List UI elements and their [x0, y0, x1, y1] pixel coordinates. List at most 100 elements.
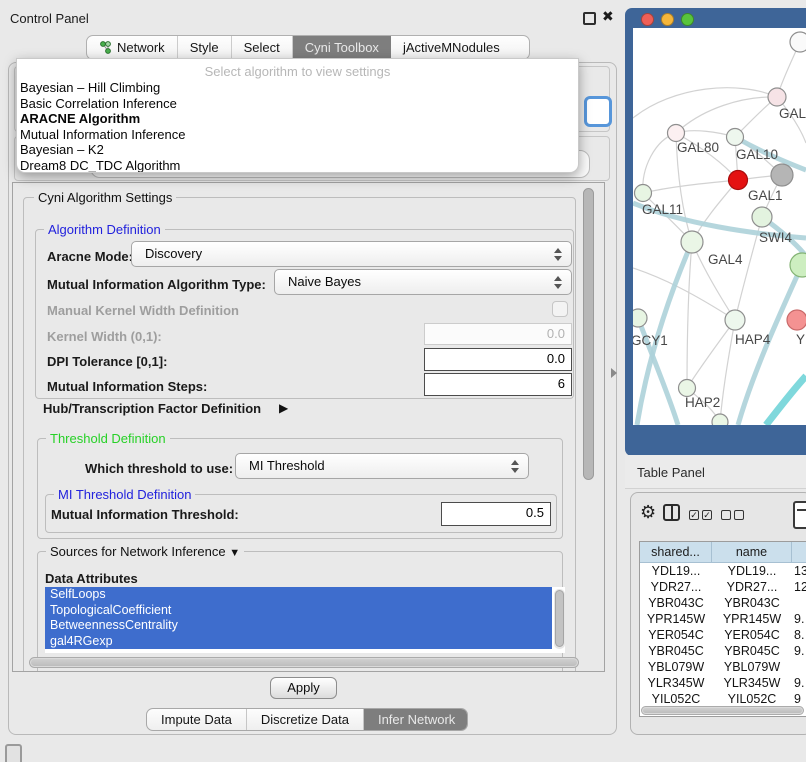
table-horizontal-scrollbar[interactable]	[641, 706, 804, 715]
network-node-gal10[interactable]	[727, 129, 744, 146]
data-attributes-list[interactable]: SelfLoops TopologicalCoefficient Between…	[45, 587, 565, 653]
zoom-traffic-light[interactable]	[681, 13, 694, 26]
column-header[interactable]: name	[712, 542, 792, 563]
expand-right-icon[interactable]: ▶	[279, 401, 288, 415]
apply-button[interactable]: Apply	[270, 677, 337, 699]
network-node[interactable]	[712, 414, 728, 425]
threshold-definition-title: Threshold Definition	[46, 431, 170, 446]
kernel-width-field[interactable]: 0.0	[424, 323, 572, 345]
collapse-down-icon[interactable]: ▼	[229, 547, 240, 559]
mi-type-combo[interactable]: Naive Bayes	[274, 269, 572, 295]
tab-cyni-toolbox[interactable]: Cyni Toolbox	[293, 36, 391, 59]
combo-spinner-icon	[553, 276, 562, 289]
svg-text:HAP4: HAP4	[735, 332, 771, 347]
manual-kernel-checkbox[interactable]	[552, 301, 568, 317]
network-node[interactable]	[768, 88, 786, 106]
table-header-row: shared... name	[640, 542, 806, 563]
network-node[interactable]	[787, 310, 806, 330]
table-row[interactable]: YPR145WYPR145W9.	[640, 611, 806, 627]
network-node-gal4[interactable]	[681, 231, 703, 253]
group-title: Cyni Algorithm Settings	[34, 190, 176, 205]
network-icon	[99, 41, 112, 54]
svg-text:GAL80: GAL80	[677, 140, 719, 155]
network-node[interactable]	[771, 164, 793, 186]
algorithm-combo-focused-end[interactable]	[584, 96, 612, 127]
new-table-icon[interactable]	[793, 501, 806, 529]
dropdown-item-selected[interactable]: ARACNE Algorithm	[17, 111, 578, 127]
dropdown-item[interactable]: Basic Correlation Inference	[17, 96, 578, 112]
network-node-gcy1[interactable]	[633, 309, 647, 327]
attribute-item-selected[interactable]: gal4RGexp	[45, 634, 552, 650]
control-panel-titlebar: Control Panel ✖	[0, 0, 625, 28]
attribute-item-selected[interactable]: SelfLoops	[45, 587, 552, 603]
network-node[interactable]	[790, 32, 806, 52]
which-threshold-combo[interactable]: MI Threshold	[235, 453, 529, 479]
table-row[interactable]: YLR345WYLR345W9.	[640, 675, 806, 691]
attribute-item-selected[interactable]: TopologicalCoefficient	[45, 603, 552, 619]
horizontal-scrollbar[interactable]	[29, 657, 579, 668]
column-header[interactable]: shared...	[640, 542, 712, 563]
svg-text:GAL11: GAL11	[642, 202, 683, 217]
network-edge-highlight	[766, 376, 806, 425]
table-row[interactable]: YDR27...YDR27...12	[640, 579, 806, 595]
minimize-traffic-light[interactable]	[661, 13, 674, 26]
close-traffic-light[interactable]	[641, 13, 654, 26]
control-panel-tabbar: Network Style Select Cyni Toolbox jActiv…	[86, 35, 530, 60]
cyni-bottom-tabs: Impute Data Discretize Data Infer Networ…	[146, 708, 468, 731]
table-panel-titlebar: Table Panel	[625, 455, 806, 489]
mi-threshold-field[interactable]: 0.5	[441, 502, 551, 526]
deselect-all-icon[interactable]	[721, 510, 744, 520]
mi-type-label: Mutual Information Algorithm Type:	[47, 277, 266, 292]
mi-steps-field[interactable]: 6	[424, 373, 572, 396]
tab-style[interactable]: Style	[178, 36, 232, 59]
network-node-gal11[interactable]	[635, 185, 652, 202]
table-row[interactable]: YIL052CYIL052C9	[640, 691, 806, 707]
tab-select[interactable]: Select	[232, 36, 293, 59]
table-row[interactable]: YBL079WYBL079W	[640, 659, 806, 675]
svg-text:Y: Y	[796, 332, 805, 347]
splitter-handle-icon[interactable]	[611, 368, 617, 378]
table-row[interactable]: YDL19...YDL19...13	[640, 563, 806, 579]
aracne-mode-combo[interactable]: Discovery	[131, 241, 572, 267]
svg-text:HAP2: HAP2	[685, 395, 720, 410]
dropdown-item[interactable]: Bayesian – Hill Climbing	[17, 80, 578, 96]
network-node-hap2[interactable]	[679, 380, 696, 397]
network-node-gal1-selected[interactable]	[729, 171, 748, 190]
tab-impute-data[interactable]: Impute Data	[147, 709, 247, 730]
network-view-window: GAL GAL80 GAL10 GAL1 GAL11 SWI4 GAL4 GCY…	[625, 8, 806, 456]
aracne-mode-label: Aracne Mode:	[47, 249, 133, 264]
control-panel-title: Control Panel	[10, 11, 89, 26]
table-row[interactable]: YER054CYER054C8.	[640, 627, 806, 643]
manual-kernel-label: Manual Kernel Width Definition	[47, 303, 239, 318]
dpi-tolerance-field[interactable]: 0.0	[424, 348, 572, 371]
tab-jactivemnodules[interactable]: jActiveMNodules	[391, 36, 512, 59]
network-node-hap4[interactable]	[725, 310, 745, 330]
network-node-swi4[interactable]	[752, 207, 772, 227]
network-node[interactable]	[790, 253, 806, 277]
sources-title: Sources for Network Inference ▼	[46, 544, 244, 559]
columns-icon[interactable]	[663, 504, 680, 521]
table-row[interactable]: YBR045CYBR045C9.	[640, 643, 806, 659]
algorithm-definition-title: Algorithm Definition	[44, 222, 165, 237]
network-node-gal80[interactable]	[668, 125, 685, 142]
tab-discretize-data[interactable]: Discretize Data	[247, 709, 364, 730]
dropdown-item[interactable]: Mutual Information Inference	[17, 127, 578, 143]
svg-text:GAL10: GAL10	[736, 147, 778, 162]
mi-threshold-group-title: MI Threshold Definition	[54, 487, 195, 502]
minimized-panel-icon[interactable]	[5, 744, 22, 762]
network-canvas[interactable]: GAL GAL80 GAL10 GAL1 GAL11 SWI4 GAL4 GCY…	[633, 28, 806, 425]
tab-network[interactable]: Network	[87, 36, 178, 59]
list-scrollbar[interactable]	[554, 589, 565, 649]
select-all-icon[interactable]: ✓✓	[689, 510, 712, 520]
table-row[interactable]: YBR043CYBR043C	[640, 595, 806, 611]
close-icon[interactable]: ✖	[602, 8, 614, 25]
mi-steps-label: Mutual Information Steps:	[47, 379, 207, 394]
attribute-item-selected[interactable]: BetweennessCentrality	[45, 618, 552, 634]
gear-icon[interactable]: ⚙	[640, 503, 656, 521]
column-header[interactable]	[792, 542, 806, 563]
vertical-scrollbar-thumb[interactable]	[583, 188, 594, 480]
dropdown-item[interactable]: Dream8 DC_TDC Algorithm	[17, 158, 578, 173]
tab-infer-network[interactable]: Infer Network	[364, 709, 468, 730]
dropdown-item[interactable]: Bayesian – K2	[17, 142, 578, 158]
float-window-icon[interactable]	[583, 12, 596, 25]
